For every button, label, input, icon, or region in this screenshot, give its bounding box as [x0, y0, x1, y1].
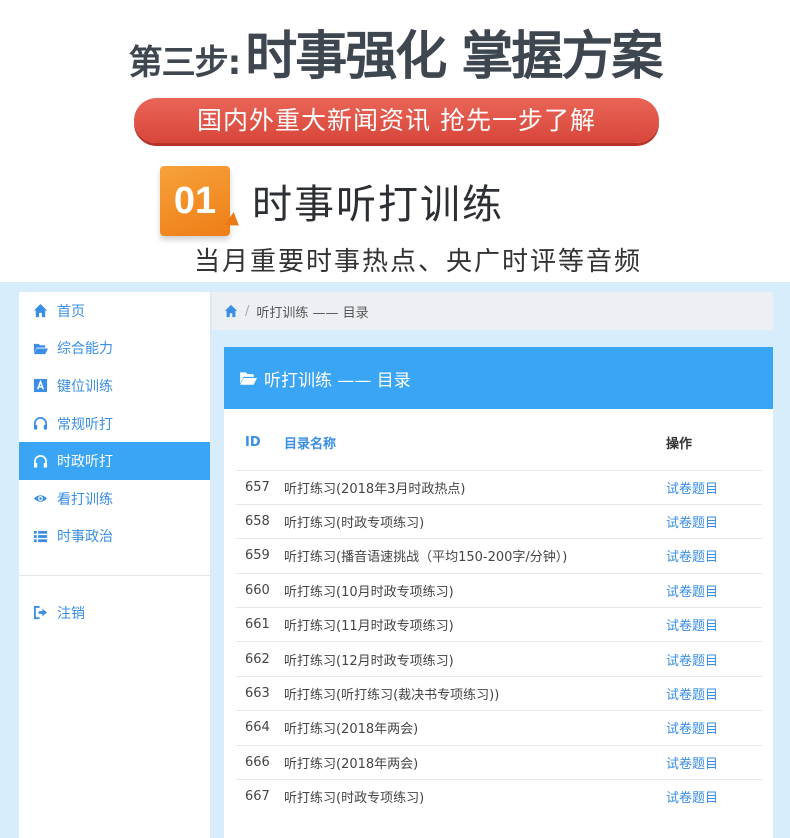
- panel-header: 听打训练 —— 目录: [224, 347, 773, 409]
- table-row: 666 听打练习(2018年两会) 试卷题目: [236, 744, 762, 780]
- promo-banner: 第三步: 时事强化 掌握方案 国内外重大新闻资讯 抢先一步了解 01 时事听打训…: [0, 0, 790, 282]
- exam-link[interactable]: 试卷题目: [666, 710, 762, 746]
- table-row: 662 听打练习(12月时政专项练习) 试卷题目: [236, 641, 762, 677]
- row-id: 660: [236, 572, 284, 608]
- exam-link[interactable]: 试卷题目: [666, 538, 762, 574]
- exam-link[interactable]: 试卷题目: [666, 675, 762, 711]
- sidebar-item-label: 看打训练: [57, 491, 113, 508]
- sidebar-item-regular-listening[interactable]: 常规听打: [19, 405, 210, 443]
- table-row: 667 听打练习(时政专项练习) 试卷题目: [236, 779, 762, 814]
- sidebar-item-label: 首页: [57, 303, 85, 320]
- exam-link[interactable]: 试卷题目: [666, 572, 762, 608]
- table-header-row: ID 目录名称 操作: [236, 409, 762, 470]
- folder-open-icon: [238, 369, 258, 387]
- exam-link[interactable]: 试卷题目: [666, 779, 762, 814]
- headphones-icon: [31, 415, 49, 433]
- sidebar-item-label: 常规听打: [57, 416, 113, 433]
- sidebar: 首页 综合能力 键位训练 常规听打 时政听打 看打训练 时事政治 注销: [19, 292, 211, 838]
- sidebar-item-view-typing[interactable]: 看打训练: [19, 480, 210, 518]
- home-icon[interactable]: [224, 304, 238, 318]
- sidebar-item-label: 键位训练: [57, 378, 113, 395]
- breadcrumb: / 听打训练 —— 目录: [212, 292, 773, 330]
- section-subtitle: 当月重要时事热点、央广时评等音频: [194, 247, 643, 277]
- app-frame: 首页 综合能力 键位训练 常规听打 时政听打 看打训练 时事政治 注销 / 听打…: [0, 282, 790, 838]
- news-pill: 国内外重大新闻资讯 抢先一步了解: [134, 98, 659, 143]
- row-id: 667: [236, 779, 284, 814]
- sidebar-item-politics-listening[interactable]: 时政听打: [19, 442, 210, 480]
- eye-icon: [31, 490, 49, 508]
- exam-link[interactable]: 试卷题目: [666, 744, 762, 780]
- directory-table: ID 目录名称 操作 657 听打练习(2018年3月时政热点) 试卷题目 658 听…: [236, 409, 762, 814]
- row-name: 听打练习(2018年3月时政热点): [284, 469, 666, 505]
- panel-title: 听打训练 —— 目录: [264, 370, 411, 391]
- home-icon: [31, 302, 49, 320]
- row-name: 听打练习(2018年两会): [284, 744, 666, 780]
- row-name: 听打练习(10月时政专项练习): [284, 572, 666, 608]
- table-row: 658 听打练习(时政专项练习) 试卷题目: [236, 503, 762, 539]
- row-name: 听打练习(播音语速挑战（平均150-200字/分钟）): [284, 538, 666, 574]
- row-id: 662: [236, 641, 284, 677]
- row-name: 听打练习(时政专项练习): [284, 503, 666, 539]
- sidebar-divider: [19, 575, 210, 577]
- exam-link[interactable]: 试卷题目: [666, 503, 762, 539]
- section-title: 时事听打训练: [252, 182, 504, 228]
- directory-panel: 听打训练 —— 目录 ID 目录名称 操作 657 听打练习(2018年3月时政热…: [224, 347, 773, 838]
- breadcrumb-current: 听打训练 —— 目录: [256, 305, 369, 321]
- sidebar-item-logout[interactable]: 注销: [19, 594, 210, 632]
- row-id: 663: [236, 675, 284, 711]
- exam-link[interactable]: 试卷题目: [666, 641, 762, 677]
- step-heading: 第三步: 时事强化 掌握方案: [0, 14, 790, 89]
- sidebar-item-label: 综合能力: [57, 341, 113, 358]
- row-id: 659: [236, 538, 284, 574]
- folder-open-icon: [31, 339, 49, 357]
- row-name: 听打练习(12月时政专项练习): [284, 641, 666, 677]
- exam-link[interactable]: 试卷题目: [666, 469, 762, 505]
- headphones-icon: [31, 452, 49, 470]
- step-prefix: 第三步:: [128, 43, 242, 83]
- column-header-name: 目录名称: [284, 436, 337, 452]
- sidebar-item-label: 时政听打: [57, 454, 113, 471]
- font-icon: [31, 377, 49, 395]
- sidebar-item-current-politics[interactable]: 时事政治: [19, 518, 210, 556]
- row-id: 661: [236, 607, 284, 642]
- sidebar-item-label: 注销: [57, 605, 85, 622]
- row-id: 657: [236, 469, 284, 505]
- logout-icon: [31, 604, 49, 622]
- sidebar-item-label: 时事政治: [57, 529, 113, 546]
- table-row: 664 听打练习(2018年两会) 试卷题目: [236, 710, 762, 746]
- step-main-title: 时事强化 掌握方案: [245, 27, 663, 87]
- table-row: 661 听打练习(11月时政专项练习) 试卷题目: [236, 607, 762, 642]
- number-badge: 01: [160, 166, 230, 236]
- row-name: 听打练习(时政专项练习): [284, 779, 666, 814]
- table-row: 657 听打练习(2018年3月时政热点) 试卷题目: [236, 469, 762, 505]
- row-name: 听打练习(听打练习(裁决书专项练习)): [284, 675, 666, 711]
- exam-link[interactable]: 试卷题目: [666, 607, 762, 642]
- list-icon: [31, 527, 49, 545]
- sidebar-item-home[interactable]: 首页: [19, 292, 210, 330]
- row-id: 664: [236, 710, 284, 746]
- column-header-op: 操作: [666, 436, 693, 452]
- breadcrumb-separator: /: [245, 303, 250, 319]
- table-row: 659 听打练习(播音语速挑战（平均150-200字/分钟）) 试卷题目: [236, 538, 762, 574]
- sidebar-item-key-training[interactable]: 键位训练: [19, 367, 210, 405]
- table-row: 663 听打练习(听打练习(裁决书专项练习)) 试卷题目: [236, 675, 762, 711]
- sidebar-item-comprehensive[interactable]: 综合能力: [19, 330, 210, 368]
- row-name: 听打练习(2018年两会): [284, 710, 666, 746]
- table-row: 660 听打练习(10月时政专项练习) 试卷题目: [236, 572, 762, 608]
- row-id: 666: [236, 744, 284, 780]
- row-name: 听打练习(11月时政专项练习): [284, 607, 666, 642]
- column-header-id: ID: [245, 434, 261, 450]
- main-content: / 听打训练 —— 目录 听打训练 —— 目录 ID 目录名称 操作 657 听…: [211, 282, 790, 838]
- row-id: 658: [236, 503, 284, 539]
